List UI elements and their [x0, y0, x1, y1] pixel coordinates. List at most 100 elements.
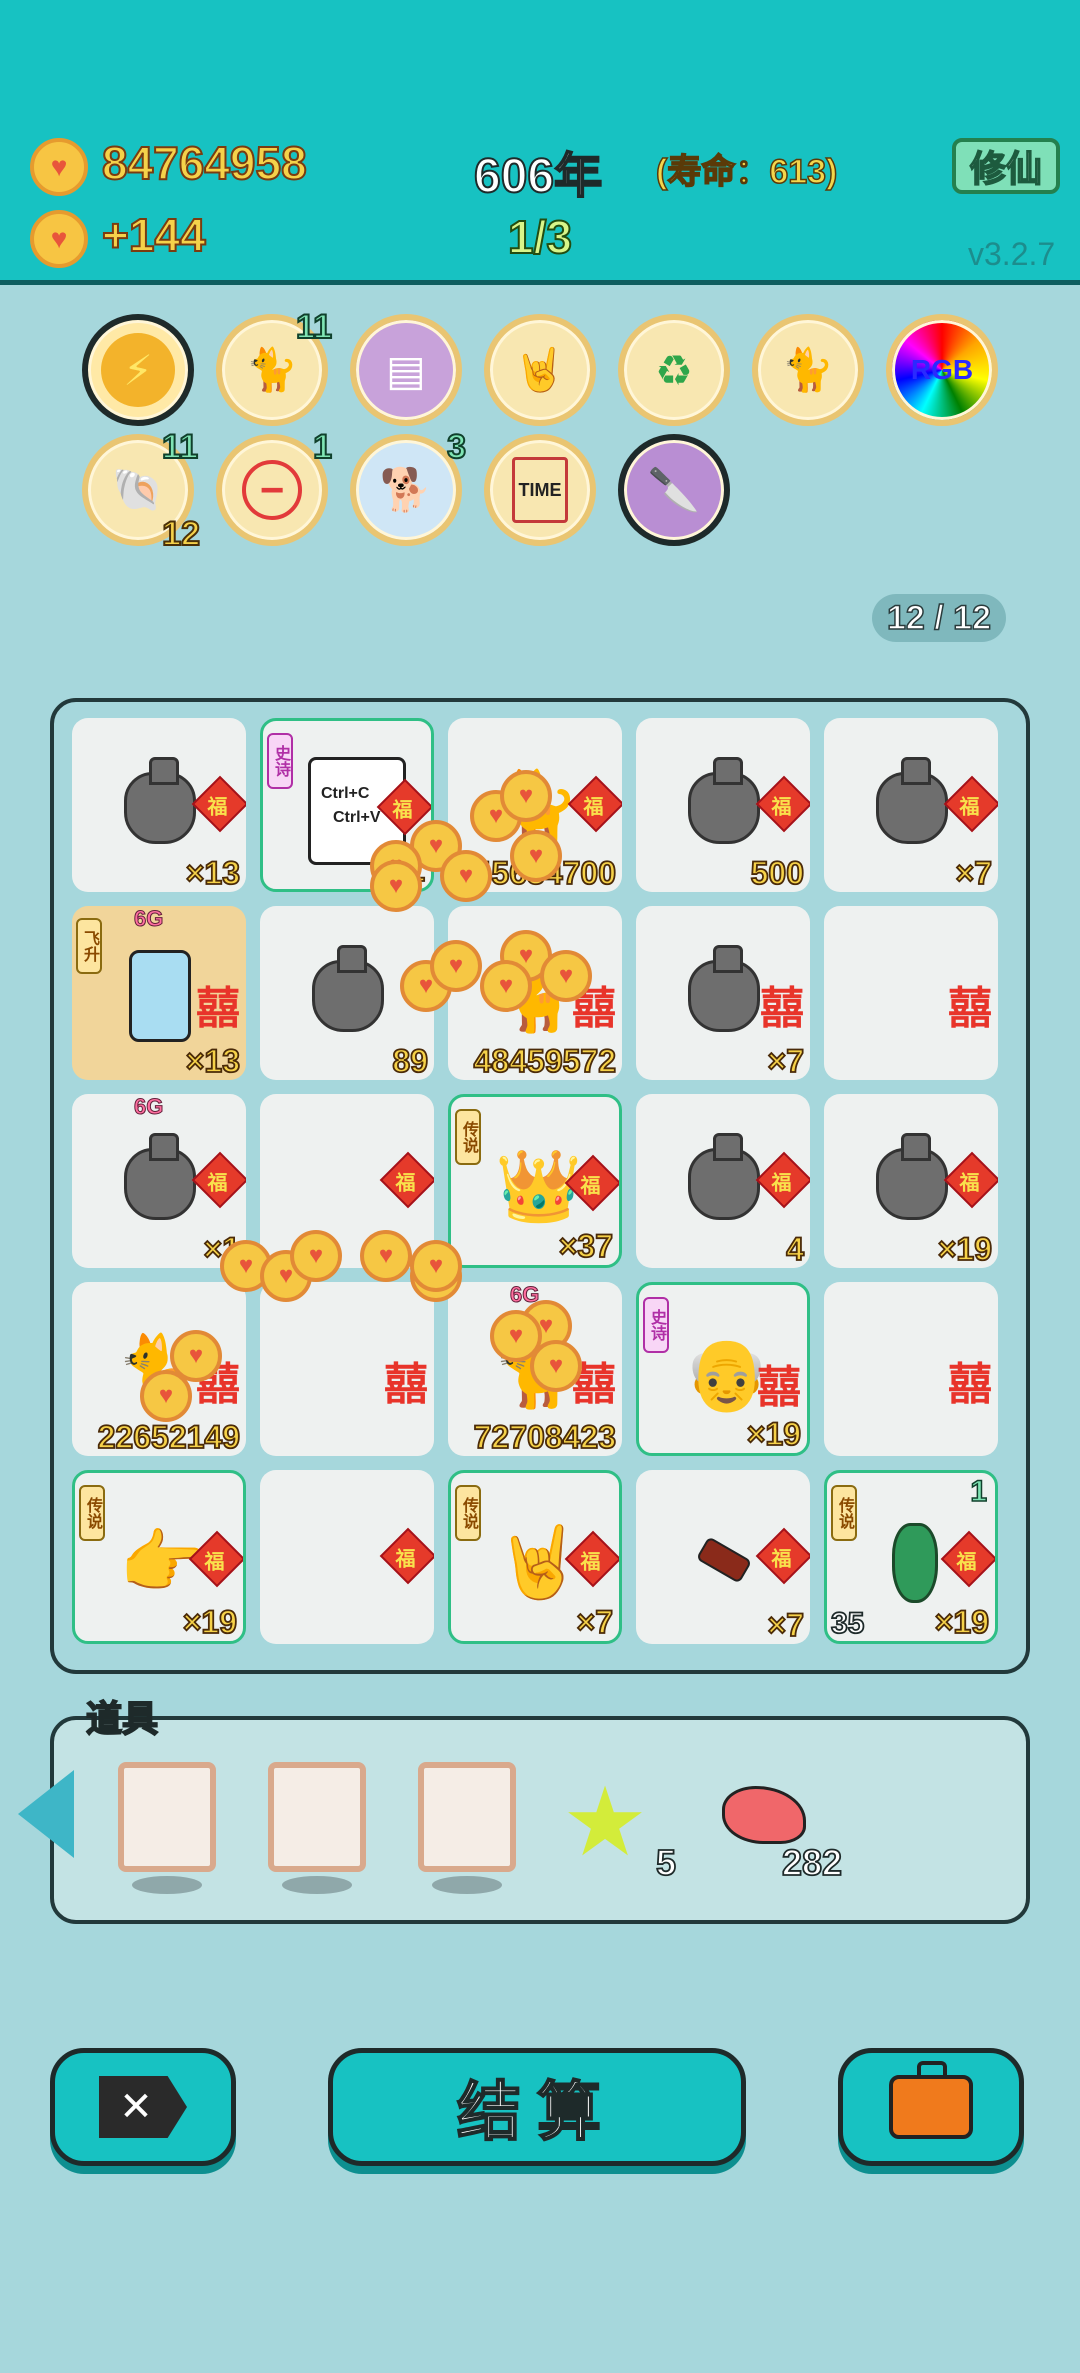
board-cell[interactable]: 囍 ×7: [636, 906, 810, 1080]
briefcase-icon: [889, 2061, 973, 2139]
xi-badge-icon: 囍: [948, 984, 992, 1033]
relic-twin-cats[interactable]: 🐈: [752, 314, 864, 426]
board-cell[interactable]: 囍: [824, 906, 998, 1080]
flying-coin-icon: ♥: [370, 860, 422, 912]
cell-value: ×19: [182, 1603, 238, 1641]
board-cell[interactable]: 福 ×19: [824, 1094, 998, 1268]
settle-button[interactable]: 结算: [328, 2048, 746, 2166]
trash-bag-icon: [116, 1133, 204, 1232]
rock-hand-icon: 🤘: [513, 345, 567, 393]
cell-value: ×7: [767, 1606, 805, 1644]
board-cell[interactable]: 👴 史诗囍 ×19: [636, 1282, 810, 1456]
board-cell[interactable]: 6G 福 ×1: [72, 1094, 246, 1268]
inventory-button[interactable]: [838, 2048, 1024, 2166]
star-icon[interactable]: ★: [562, 1766, 648, 1878]
relic-recycle[interactable]: ♻: [618, 314, 730, 426]
board-cell[interactable]: 🐈囍22652149: [72, 1282, 246, 1456]
relic-lightning[interactable]: ⚡: [82, 314, 194, 426]
relic-cleaver[interactable]: 🔪: [618, 434, 730, 546]
trash-bag-icon: [304, 945, 392, 1044]
rgb-icon: RGB: [910, 354, 974, 385]
twin-cats-icon: 🐈: [781, 345, 835, 393]
relic-time[interactable]: TIME: [484, 434, 596, 546]
relic-count: 11: [295, 307, 333, 347]
board-cell[interactable]: 🤘 传说福 ×7: [448, 1470, 622, 1644]
cell-value: 4: [785, 1230, 805, 1268]
xi-badge-icon: 囍: [948, 1360, 992, 1409]
cell-left-value: 35: [830, 1606, 865, 1641]
flying-coin-icon: ♥: [540, 950, 592, 1002]
trash-bag-icon: [680, 757, 768, 856]
left-arrow-icon[interactable]: [18, 1770, 74, 1858]
star-count: 5: [655, 1841, 677, 1884]
rarity-tag: 飞升: [76, 918, 102, 974]
rarity-tag: 传说: [455, 1485, 481, 1541]
flying-coin-icon: ♥: [360, 1230, 412, 1282]
board-cell[interactable]: 福 500: [636, 718, 810, 892]
version-label: v3.2.7: [968, 236, 1056, 272]
relic-skirt[interactable]: ▤: [350, 314, 462, 426]
minus-icon: −: [242, 460, 302, 520]
lifespan-label: (寿命：613): [655, 152, 838, 192]
tool-slot-empty[interactable]: [118, 1762, 216, 1872]
cell-value: ×7: [767, 1042, 805, 1080]
remove-button[interactable]: ✕: [50, 2048, 236, 2166]
xi-badge-icon: 囍: [384, 1360, 428, 1409]
board-cell[interactable]: 👑 传说福 ×37: [448, 1094, 622, 1268]
board-cell[interactable]: 福 ×13: [72, 718, 246, 892]
cell-value: ×37: [558, 1227, 614, 1265]
trash-bag-icon: [868, 1133, 956, 1232]
tool-slot-empty[interactable]: [418, 1762, 516, 1872]
six-g-label: 6G: [133, 906, 164, 932]
rarity-tag: 传说: [831, 1485, 857, 1541]
relic-rock-hand[interactable]: 🤘: [484, 314, 596, 426]
coin-icon: ♥: [30, 138, 88, 196]
relic-sub-count: 12: [161, 514, 201, 554]
relic-cat[interactable]: 🐈 11: [216, 307, 333, 426]
board-cell[interactable]: 飞升 6G 囍 ×13: [72, 906, 246, 1080]
tool-slot-empty[interactable]: [268, 1762, 366, 1872]
cleaver-icon: 🔪: [647, 465, 701, 513]
skirt-icon: ▤: [386, 346, 426, 394]
xiuxian-button[interactable]: 修仙: [952, 138, 1060, 194]
board-cell[interactable]: 福 ×7: [824, 718, 998, 892]
slot-shadow: [432, 1876, 502, 1894]
cell-value: ×13: [185, 1042, 241, 1080]
flying-coin-icon: ♥: [140, 1370, 192, 1422]
xi-badge-icon: 囍: [196, 984, 240, 1033]
six-g-label: 6G: [133, 1094, 164, 1120]
liver-icon[interactable]: [722, 1786, 806, 1844]
trash-bag-icon: [680, 945, 768, 1044]
board-cell[interactable]: 福: [260, 1470, 434, 1644]
cell-value: ×7: [955, 854, 993, 892]
rarity-tag: 传说: [79, 1485, 105, 1541]
settle-label: 结算: [456, 2075, 617, 2149]
flying-coin-icon: ♥: [480, 960, 532, 1012]
board-cell[interactable]: 传说福 ×19 35 1: [824, 1470, 998, 1644]
board-cell[interactable]: 囍: [260, 1282, 434, 1456]
coin-total: 84764958: [101, 136, 308, 190]
board-cell[interactable]: 👉 传说福 ×19: [72, 1470, 246, 1644]
relic-rgb[interactable]: RGB: [886, 314, 998, 426]
flying-coin-icon: ♥: [500, 770, 552, 822]
cell-value: ×19: [746, 1415, 802, 1453]
trash-bag-icon: [116, 757, 204, 856]
board-cell[interactable]: 囍: [824, 1282, 998, 1456]
rarity-tag: 史诗: [267, 733, 293, 789]
flying-coin-icon: ♥: [510, 830, 562, 882]
cell-value: 89: [392, 1042, 429, 1080]
relic-shell[interactable]: 🐚 11 12: [82, 427, 201, 554]
flying-coin-icon: ♥: [440, 850, 492, 902]
relic-minus[interactable]: − 1: [216, 427, 333, 546]
cell-value: 500: [750, 854, 805, 892]
cell-value: ×19: [934, 1603, 990, 1641]
board-cell[interactable]: 福4: [636, 1094, 810, 1268]
coin-income: +144: [101, 208, 207, 262]
slot-shadow: [132, 1876, 202, 1894]
cell-value: ×13: [185, 854, 241, 892]
cell-value: 22652149: [97, 1418, 241, 1456]
relic-husky[interactable]: 🐕 3: [350, 427, 467, 546]
flying-coin-icon: ♥: [530, 1340, 582, 1392]
lightning-icon: ⚡: [101, 333, 175, 407]
board-cell[interactable]: 福 ×7: [636, 1470, 810, 1644]
